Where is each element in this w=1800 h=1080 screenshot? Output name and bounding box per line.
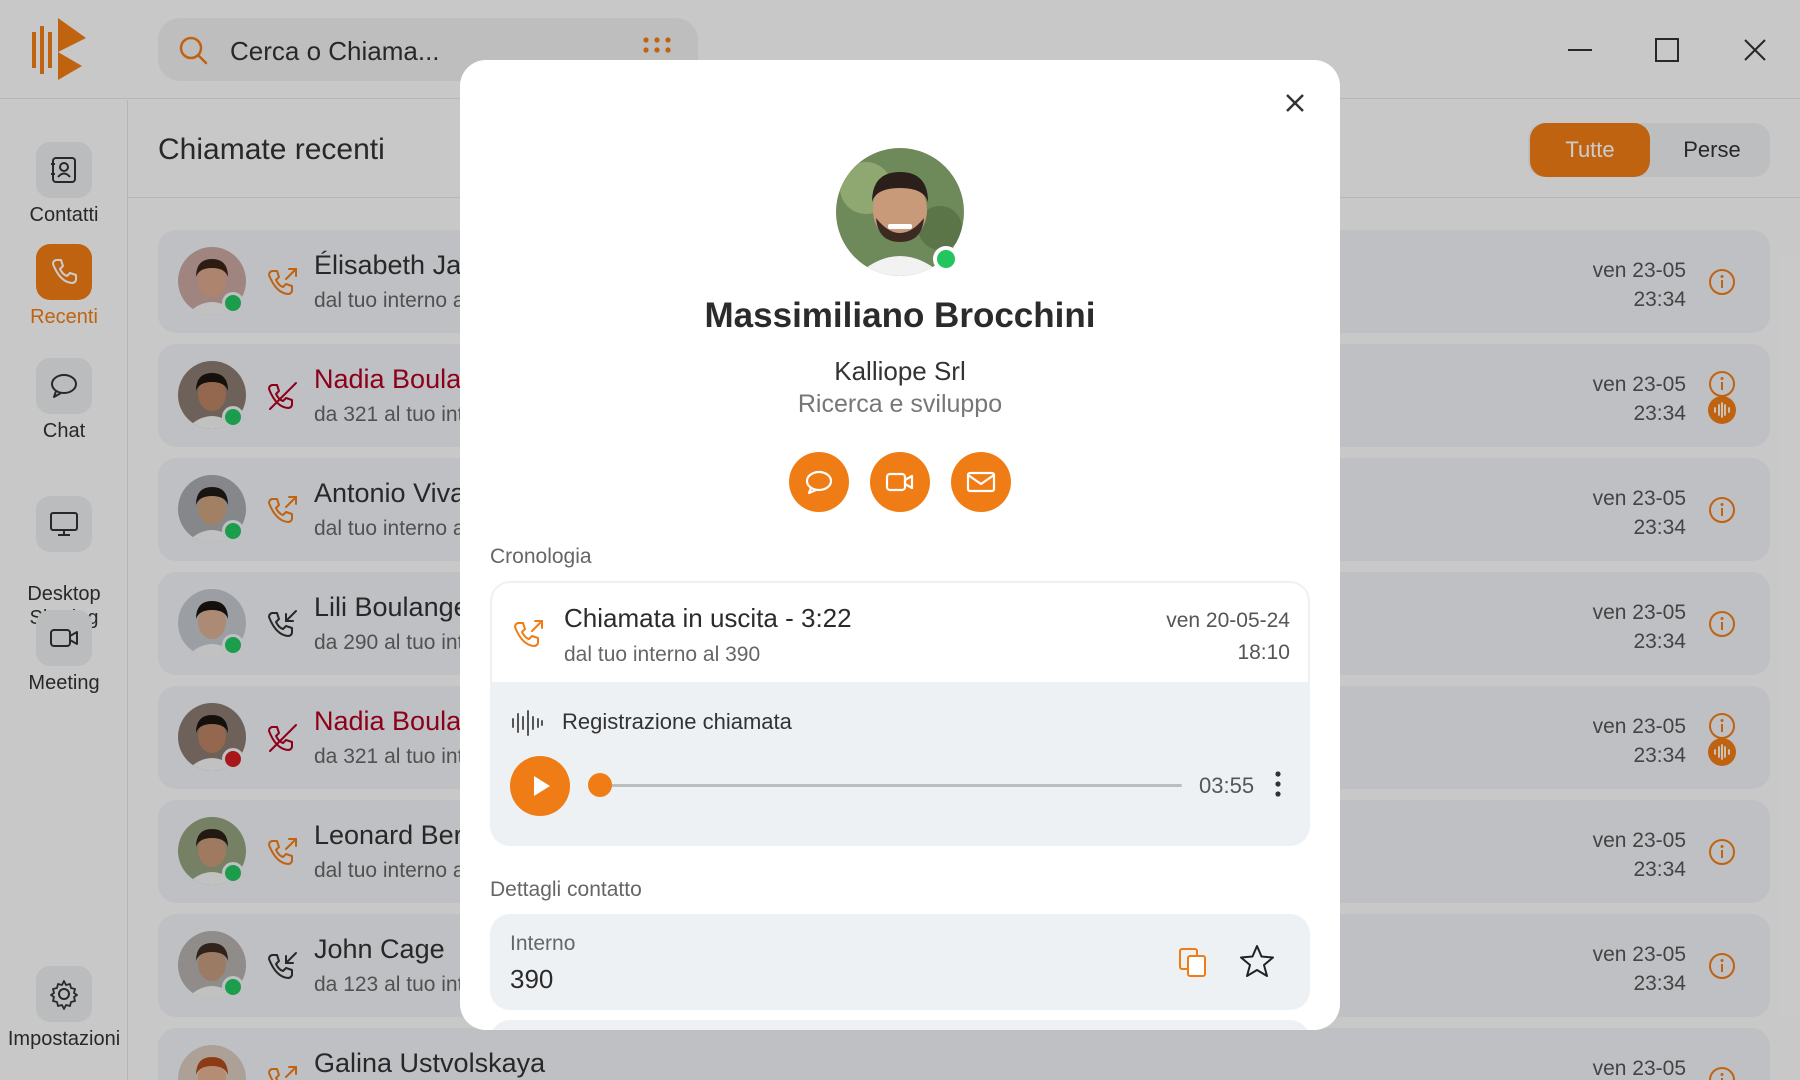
details-section-title: Dettagli contatto bbox=[490, 878, 642, 901]
close-icon[interactable] bbox=[1280, 88, 1310, 118]
chat-button[interactable] bbox=[789, 452, 849, 512]
detail-value: 390 bbox=[510, 964, 554, 994]
audio-wave-icon bbox=[512, 710, 543, 736]
history-date: ven 20-05-24 18:10 bbox=[1166, 605, 1290, 669]
history-time: 18:10 bbox=[1237, 641, 1290, 664]
history-title: Chiamata in uscita - 3:22 bbox=[564, 603, 852, 633]
play-button[interactable] bbox=[510, 756, 570, 816]
contact-department: Ricerca e sviluppo bbox=[797, 390, 1003, 418]
detail-field bbox=[490, 1020, 1310, 1030]
star-icon[interactable] bbox=[1238, 942, 1276, 980]
detail-label: Interno bbox=[510, 932, 576, 955]
contact-modal: Massimiliano Brocchini Kalliope Srl Rice… bbox=[460, 60, 1340, 1030]
contact-actions bbox=[789, 452, 1011, 512]
email-button[interactable] bbox=[951, 452, 1011, 512]
status-badge bbox=[933, 246, 959, 272]
contact-company: Kalliope Srl bbox=[834, 356, 966, 386]
recording-duration: 03:55 bbox=[1199, 773, 1255, 798]
play-icon bbox=[534, 776, 550, 796]
history-item[interactable]: Chiamata in uscita - 3:22 dal tuo intern… bbox=[492, 583, 1308, 682]
mail-icon bbox=[966, 471, 996, 493]
detail-field: Interno 390 bbox=[490, 914, 1310, 1010]
contact-name: Massimiliano Brocchini bbox=[704, 296, 1096, 335]
playback-track[interactable] bbox=[598, 784, 1182, 787]
more-options-icon[interactable] bbox=[1268, 769, 1288, 799]
outgoing-call-icon bbox=[514, 620, 543, 647]
copy-icon[interactable] bbox=[1176, 945, 1210, 979]
video-call-button[interactable] bbox=[870, 452, 930, 512]
history-day: ven 20-05-24 bbox=[1166, 609, 1290, 632]
playback-handle[interactable] bbox=[588, 773, 612, 797]
history-subtitle: dal tuo interno al 390 bbox=[564, 643, 761, 666]
chat-icon bbox=[805, 470, 833, 495]
recording-label: Registrazione chiamata bbox=[562, 709, 792, 734]
history-card: Chiamata in uscita - 3:22 dal tuo intern… bbox=[490, 581, 1310, 846]
video-icon bbox=[885, 472, 914, 492]
history-section-title: Cronologia bbox=[490, 545, 592, 568]
